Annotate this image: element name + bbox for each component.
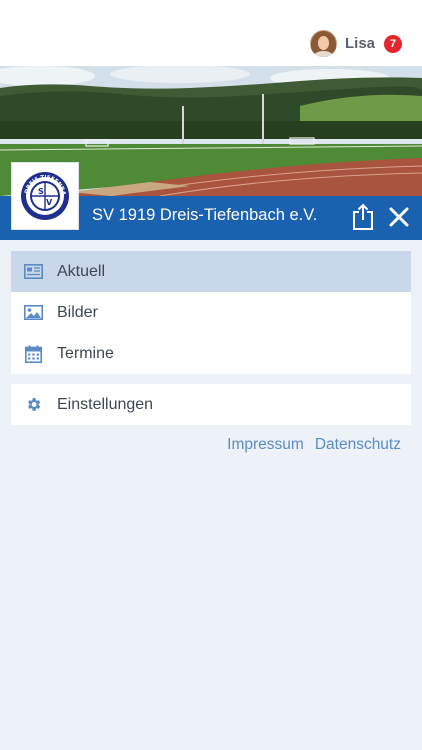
club-name: SV 1919 Dreis-Tiefenbach e.V.: [92, 206, 318, 224]
menu-item-label: Termine: [57, 344, 114, 362]
menu-item-bilder[interactable]: Bilder: [11, 292, 411, 333]
menu-item-aktuell[interactable]: Aktuell: [11, 251, 411, 292]
avatar[interactable]: [309, 30, 337, 57]
close-button[interactable]: [387, 205, 411, 229]
menu-item-label: Einstellungen: [57, 395, 154, 413]
menu-item-label: Bilder: [57, 303, 98, 321]
menu-item-termine[interactable]: Termine: [11, 333, 411, 374]
main-menu: Aktuell Bilder Termine: [11, 251, 411, 374]
impressum-link[interactable]: Impressum: [227, 436, 304, 454]
club-logo: DREIS-TIEFENBACH S V: [11, 162, 79, 230]
datenschutz-link[interactable]: Datenschutz: [315, 436, 401, 454]
footer-links: Impressum Datenschutz: [227, 436, 401, 454]
newspaper-icon: [24, 262, 43, 281]
share-icon[interactable]: [351, 203, 375, 231]
notification-badge[interactable]: 7: [384, 34, 402, 53]
top-bar: Lisa 7: [0, 0, 422, 66]
club-crest-icon: DREIS-TIEFENBACH S V: [20, 171, 69, 220]
svg-text:V: V: [46, 198, 53, 207]
gear-icon: [24, 395, 43, 414]
svg-text:S: S: [38, 187, 44, 196]
user-profile[interactable]: Lisa 7: [309, 30, 402, 57]
menu-item-label: Aktuell: [57, 262, 106, 280]
user-name[interactable]: Lisa: [345, 35, 375, 52]
menu-item-einstellungen[interactable]: Einstellungen: [11, 384, 411, 425]
image-icon: [24, 303, 43, 322]
share-button[interactable]: [351, 203, 375, 231]
calendar-icon: [24, 344, 43, 363]
close-icon[interactable]: [387, 205, 411, 229]
settings-menu: Einstellungen: [11, 384, 411, 425]
